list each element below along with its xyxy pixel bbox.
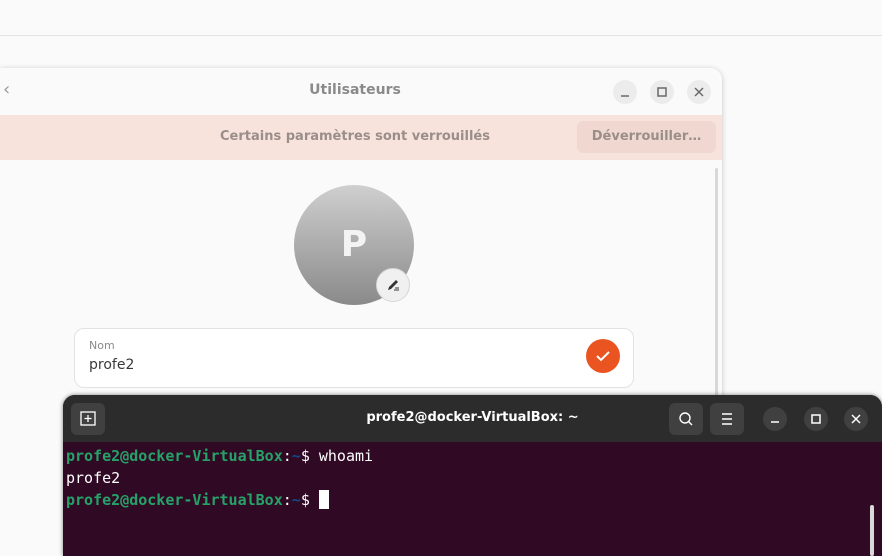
users-headerbar: ‹ Utilisateurs [0,68,722,115]
avatar-edit-button[interactable] [376,268,410,302]
checkmark-icon [596,351,610,362]
pencil-icon [388,280,399,291]
terminal-close-button[interactable] [844,407,868,431]
terminal-maximize-button[interactable] [804,407,828,431]
close-icon [851,414,861,424]
minimize-icon [771,421,779,423]
maximize-button[interactable] [650,80,674,104]
prompt-user-host: profe2@docker-VirtualBox [66,491,283,509]
terminal-window[interactable]: profe2@docker-VirtualBox: ~ profe2@docke… [63,395,882,556]
terminal-headerbar: profe2@docker-VirtualBox: ~ [63,395,882,442]
locked-infobar: Certains paramètres sont verrouillés Dév… [0,115,722,160]
search-button[interactable] [669,403,703,435]
hamburger-menu-icon [722,413,732,425]
name-label: Nom [89,339,115,352]
close-icon [694,87,704,97]
prompt-symbol: $ [300,447,310,465]
terminal-line: profe2@docker-VirtualBox:~$ whoami [66,447,374,465]
prompt-user-host: profe2@docker-VirtualBox [66,447,283,465]
minimize-button[interactable] [613,80,637,104]
terminal-line: profe2 [66,467,866,489]
terminal-line: profe2@docker-VirtualBox:~$ [66,489,866,511]
prompt-path: ~ [291,491,301,509]
background-headerbar [0,0,882,36]
search-icon [679,412,693,426]
terminal-output[interactable]: profe2@docker-VirtualBox:~$ whoami profe… [66,445,866,511]
terminal-minimize-button[interactable] [763,407,787,431]
terminal-cursor [318,490,329,509]
prompt-symbol: $ [300,491,310,509]
terminal-command: whoami [318,447,374,465]
maximize-icon [657,87,667,97]
unlock-button[interactable]: Déverrouiller… [577,121,716,153]
name-field[interactable]: Nom profe2 [74,328,634,388]
maximize-icon [811,414,821,424]
terminal-command-output: profe2 [66,469,121,487]
menu-button[interactable] [710,403,744,435]
confirm-name-button[interactable] [586,339,620,373]
terminal-scrollbar[interactable] [870,505,874,556]
prompt-path: ~ [291,447,301,465]
minimize-icon [621,95,629,97]
name-input[interactable]: profe2 [89,357,134,373]
terminal-title: profe2@docker-VirtualBox: ~ [366,410,579,425]
users-title: Utilisateurs [309,82,401,98]
close-button[interactable] [687,80,711,104]
